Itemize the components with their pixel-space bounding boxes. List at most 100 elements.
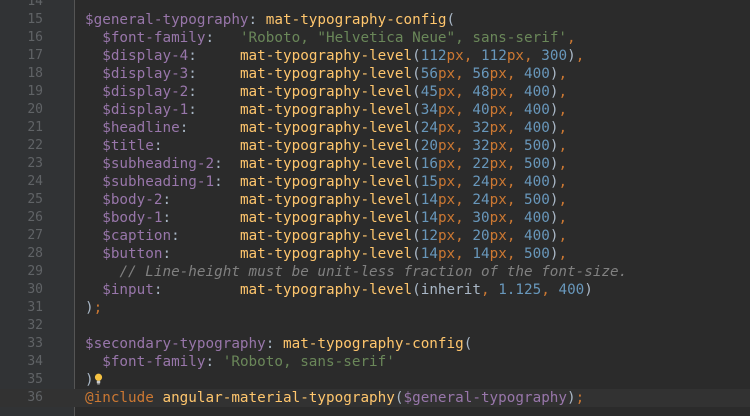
code-line[interactable]: 30 $input: mat-typography-level(inherit,… <box>0 281 750 299</box>
code-text: $font-family: 'Roboto, sans-serif' <box>85 353 750 371</box>
code-token: px <box>489 84 507 100</box>
code-token: px <box>437 192 456 208</box>
code-text: $button: mat-typography-level(14px, 14px… <box>85 245 750 263</box>
code-token: , <box>558 138 568 154</box>
code-token: ; <box>93 300 103 316</box>
code-token: 400 <box>524 102 550 118</box>
code-token: 500 <box>524 246 550 262</box>
line-number: 33 <box>27 336 43 351</box>
code-line[interactable]: 18 $display-3: mat-typography-level(56px… <box>0 65 750 83</box>
code-token: : <box>205 354 223 370</box>
code-token: 14 <box>420 192 438 208</box>
code-token: ) <box>584 282 593 298</box>
code-token: // Line-height must be unit-less fractio… <box>119 264 628 280</box>
line-number: 26 <box>27 210 43 225</box>
code-line[interactable]: 27 $caption: mat-typography-level(12px, … <box>0 227 750 245</box>
code-line[interactable]: 35) <box>0 371 750 389</box>
code-line[interactable]: 21 $headline: mat-typography-level(24px,… <box>0 119 750 137</box>
code-token: $input <box>102 282 154 298</box>
code-token: , <box>506 210 525 226</box>
code-token: 34 <box>420 102 438 118</box>
code-token: @include <box>85 390 163 406</box>
code-token: ( <box>412 48 421 64</box>
code-token: $display-3 <box>102 66 189 82</box>
code-token: 56 <box>472 66 490 82</box>
code-token: 400 <box>524 84 550 100</box>
code-token: $secondary-typography <box>85 336 266 352</box>
code-token: , <box>455 102 473 118</box>
lightbulb-icon[interactable] <box>94 373 103 385</box>
code-token: ) <box>85 372 94 388</box>
code-token: : <box>205 30 240 46</box>
line-number: 18 <box>27 66 43 81</box>
code-token: px <box>437 246 456 262</box>
code-line[interactable]: 23 $subheading-2: mat-typography-level(1… <box>0 155 750 173</box>
code-token: $display-4 <box>102 48 189 64</box>
line-number: 17 <box>27 48 43 63</box>
code-token: ( <box>412 228 421 244</box>
code-text: ); <box>85 299 750 317</box>
code-token: , <box>524 48 542 64</box>
code-line[interactable]: 19 $display-2: mat-typography-level(45px… <box>0 83 750 101</box>
code-line[interactable]: 20 $display-1: mat-typography-level(34px… <box>0 101 750 119</box>
code-token: mat-typography-level <box>239 282 413 298</box>
code-token: mat-typography-config <box>282 336 464 352</box>
code-editor[interactable]: 14 15 $general-typography: mat-typography-… <box>0 0 750 416</box>
code-line[interactable]: 26 $body-1: mat-typography-level(14px, 3… <box>0 209 750 227</box>
code-token: px <box>489 66 507 82</box>
code-token: 112 <box>480 48 507 64</box>
code-line[interactable]: 33 $secondary-typography: mat-typography-… <box>0 335 750 353</box>
code-token: , <box>558 84 568 100</box>
line-number: 35 <box>27 372 43 387</box>
code-line[interactable]: 36 @include angular-material-typography($… <box>0 389 750 407</box>
code-token: 400 <box>524 174 550 190</box>
line-number: 21 <box>27 120 43 135</box>
code-token: , <box>541 282 559 298</box>
code-line[interactable]: 34 $font-family: 'Roboto, sans-serif' <box>0 353 750 371</box>
code-line[interactable]: 31); <box>0 299 750 317</box>
line-number: 36 <box>27 390 43 405</box>
code-token: 112 <box>420 48 447 64</box>
code-token: , <box>575 48 585 64</box>
code-line[interactable]: 15 $general-typography: mat-typography-co… <box>0 11 750 29</box>
code-line[interactable]: 29 // Line-height must be unit-less frac… <box>0 263 750 281</box>
code-token: 30 <box>472 210 490 226</box>
code-token: 500 <box>524 156 550 172</box>
code-token: $subheading-2 <box>102 156 215 172</box>
code-token: px <box>437 138 456 154</box>
code-line[interactable]: 14 <box>0 0 750 11</box>
code-line[interactable]: 22 $title: mat-typography-level(20px, 32… <box>0 137 750 155</box>
code-line[interactable]: 24 $subheading-1: mat-typography-level(1… <box>0 173 750 191</box>
code-line[interactable]: 25 $body-2: mat-typography-level(14px, 2… <box>0 191 750 209</box>
code-token: mat-typography-level <box>239 66 413 82</box>
code-token: , <box>455 210 473 226</box>
code-token: , <box>558 120 568 136</box>
code-token: mat-typography-level <box>239 120 413 136</box>
code-token: : <box>153 138 240 154</box>
code-token: 12 <box>420 228 438 244</box>
code-token: px <box>489 120 507 136</box>
code-token: , <box>455 174 473 190</box>
code-line[interactable]: 17 $display-4: mat-typography-level(112p… <box>0 47 750 65</box>
code-line[interactable]: 28 $button: mat-typography-level(14px, 1… <box>0 245 750 263</box>
code-token: mat-typography-level <box>239 210 413 226</box>
code-token: : <box>171 228 240 244</box>
code-text: $subheading-2: mat-typography-level(16px… <box>85 155 750 173</box>
code-line[interactable]: 16 $font-family: 'Roboto, "Helvetica Neu… <box>0 29 750 47</box>
code-token: $general-typography <box>403 390 568 406</box>
code-token: $body-1 <box>102 210 163 226</box>
code-line[interactable]: 32 <box>0 317 750 335</box>
code-token: , <box>558 228 568 244</box>
code-token: px <box>437 120 456 136</box>
code-text: $display-4: mat-typography-level(112px, … <box>85 47 750 65</box>
line-number: 25 <box>27 192 43 207</box>
code-token: 22 <box>472 156 490 172</box>
